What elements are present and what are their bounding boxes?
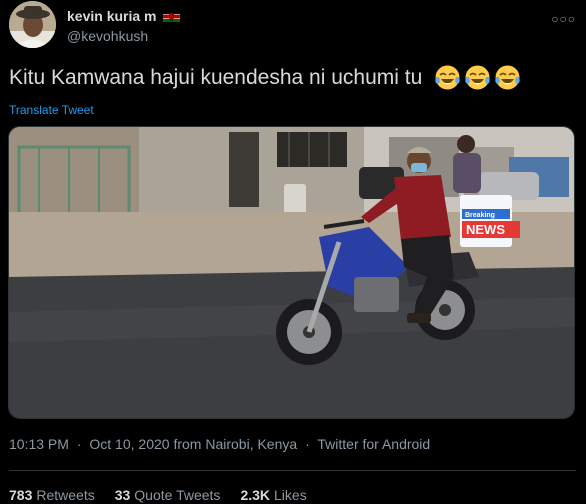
tweet-metadata: 10:13 PM · Oct 10, 2020 from Nairobi, Ke…	[9, 436, 430, 452]
avatar[interactable]	[9, 1, 56, 48]
badge-top-text: Breaking	[465, 212, 495, 219]
tweet-client[interactable]: Twitter for Android	[317, 436, 430, 452]
meta-separator: ·	[76, 436, 82, 452]
tweet-time[interactable]: 10:13 PM	[9, 436, 69, 452]
tears-of-joy-emoji-icon	[465, 65, 490, 90]
likes-count: 2.3K	[240, 487, 271, 503]
quotes-count: 33	[114, 487, 131, 503]
engagement-stats: 783 Retweets 33 Quote Tweets 2.3K Likes	[9, 487, 307, 503]
retweets-stat[interactable]: 783 Retweets	[9, 487, 95, 503]
tweet-location: from Nairobi, Kenya	[173, 436, 298, 452]
retweets-count: 783	[9, 487, 33, 503]
tweet-photo[interactable]: Breaking NEWS	[8, 126, 575, 419]
tweet-date[interactable]: Oct 10, 2020	[89, 436, 169, 452]
badge-bottom-text: NEWS	[466, 222, 505, 237]
likes-stat[interactable]: 2.3K Likes	[240, 487, 306, 503]
divider	[9, 470, 576, 471]
quotes-label: Quote Tweets	[134, 487, 221, 503]
retweets-label: Retweets	[36, 487, 95, 503]
author-name-text: kevin kuria m	[67, 8, 157, 24]
tweet-text-body: Kitu Kamwana hajui kuendesha ni uchumi t…	[9, 65, 423, 89]
tears-of-joy-emoji-icon	[495, 65, 520, 90]
tweet-card: kevin kuria m @kevohkush ○○○ Kitu Kamwan…	[0, 0, 586, 504]
emoji-group	[434, 64, 521, 91]
author-name[interactable]: kevin kuria m	[67, 8, 180, 24]
tears-of-joy-emoji-icon	[435, 65, 460, 90]
profile-avatar-icon	[9, 1, 56, 48]
author-handle[interactable]: @kevohkush	[67, 28, 148, 44]
tweet-text: Kitu Kamwana hajui kuendesha ni uchumi t…	[9, 64, 521, 91]
quote-tweets-stat[interactable]: 33 Quote Tweets	[115, 487, 221, 503]
meta-separator: ·	[305, 436, 310, 452]
translate-tweet-link[interactable]: Translate Tweet	[9, 103, 94, 117]
photo-man-on-motorbike-icon: Breaking NEWS	[9, 127, 574, 418]
likes-label: Likes	[274, 487, 307, 503]
more-options-icon[interactable]: ○○○	[551, 12, 576, 26]
kenya-flag-icon	[162, 10, 180, 22]
